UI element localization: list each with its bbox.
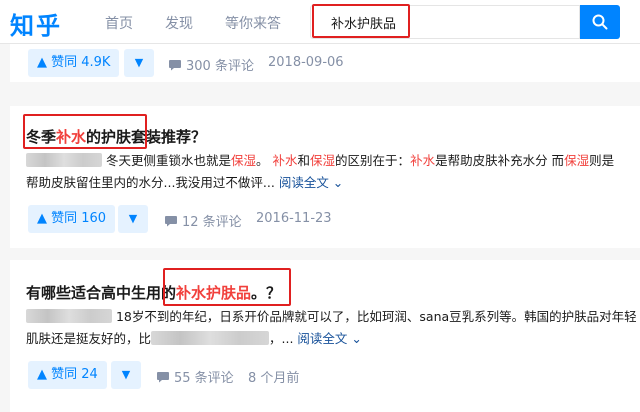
downvote-button[interactable]: ▼	[118, 205, 148, 233]
result-card-2: 冬季补水的护肤套装推荐？ 冬天更侧重锁水也就是保湿。 补水和保湿的区别在于：补水…	[10, 106, 640, 248]
blurred-author	[26, 309, 112, 323]
search-box[interactable]	[310, 5, 580, 39]
comment-link[interactable]: 55 条评论	[156, 367, 234, 386]
result-card-3: 有哪些适合高中生用的补水护肤品。？ 18岁不到的年纪，日系开价品牌就可以了，比如…	[10, 260, 640, 412]
search-icon	[592, 14, 608, 30]
comment-count: 55 条评论	[174, 371, 234, 386]
search-input[interactable]	[315, 9, 405, 35]
comment-count: 300 条评论	[186, 59, 254, 74]
read-more-link[interactable]: 阅读全文 ⌄	[297, 331, 361, 346]
downvote-button[interactable]: ▼	[111, 361, 141, 389]
comment-link[interactable]: 300 条评论	[168, 55, 254, 74]
post-date: 2016-11-23	[256, 211, 332, 226]
upvote-button[interactable]: ▲ 赞同 4.9K	[28, 49, 120, 77]
downvote-button[interactable]: ▼	[124, 49, 154, 77]
answer-excerpt-line1[interactable]: 冬天更侧重锁水也就是保湿。 补水和保湿的区别在于：补水是帮助皮肤补充水分 而保湿…	[26, 150, 636, 172]
nav-discover[interactable]: 发现	[165, 13, 193, 33]
blurred-author	[26, 153, 102, 167]
question-title[interactable]: 冬季补水的护肤套装推荐？	[26, 126, 206, 147]
nav-home[interactable]: 首页	[105, 13, 133, 33]
question-title[interactable]: 有哪些适合高中生用的补水护肤品。？	[26, 282, 281, 303]
comment-link[interactable]: 12 条评论	[164, 211, 242, 230]
answer-excerpt-line2[interactable]: 帮助皮肤留住里内的水分...我没用过不做评... 阅读全文 ⌄	[26, 172, 636, 194]
comment-icon	[157, 372, 169, 383]
post-date: 8 个月前	[248, 371, 300, 386]
post-date: 2018-09-06	[268, 55, 344, 70]
upvote-button[interactable]: ▲ 赞同 24	[28, 361, 107, 389]
blurred-text	[151, 331, 270, 345]
comment-icon	[165, 216, 177, 227]
search-button[interactable]	[580, 5, 620, 39]
answer-excerpt-line1[interactable]: 18岁不到的年纪，日系开价品牌就可以了，比如珂润、sana豆乳系列等。韩国的护肤…	[26, 306, 637, 328]
comment-count: 12 条评论	[182, 215, 242, 230]
nav-answer-wait[interactable]: 等你来答	[225, 13, 281, 33]
comment-icon	[169, 60, 181, 71]
top-header: 知乎 首页 发现 等你来答	[0, 0, 640, 44]
zhihu-logo[interactable]: 知乎	[10, 6, 62, 41]
upvote-button[interactable]: ▲ 赞同 160	[28, 205, 116, 233]
read-more-link[interactable]: 阅读全文 ⌄	[279, 175, 343, 190]
result-card-1: ▲ 赞同 4.9K ▼ 300 条评论 2018-09-06	[10, 44, 640, 82]
answer-excerpt-line2[interactable]: 肌肤还是挺友好的，比，... 阅读全文 ⌄	[26, 328, 636, 350]
